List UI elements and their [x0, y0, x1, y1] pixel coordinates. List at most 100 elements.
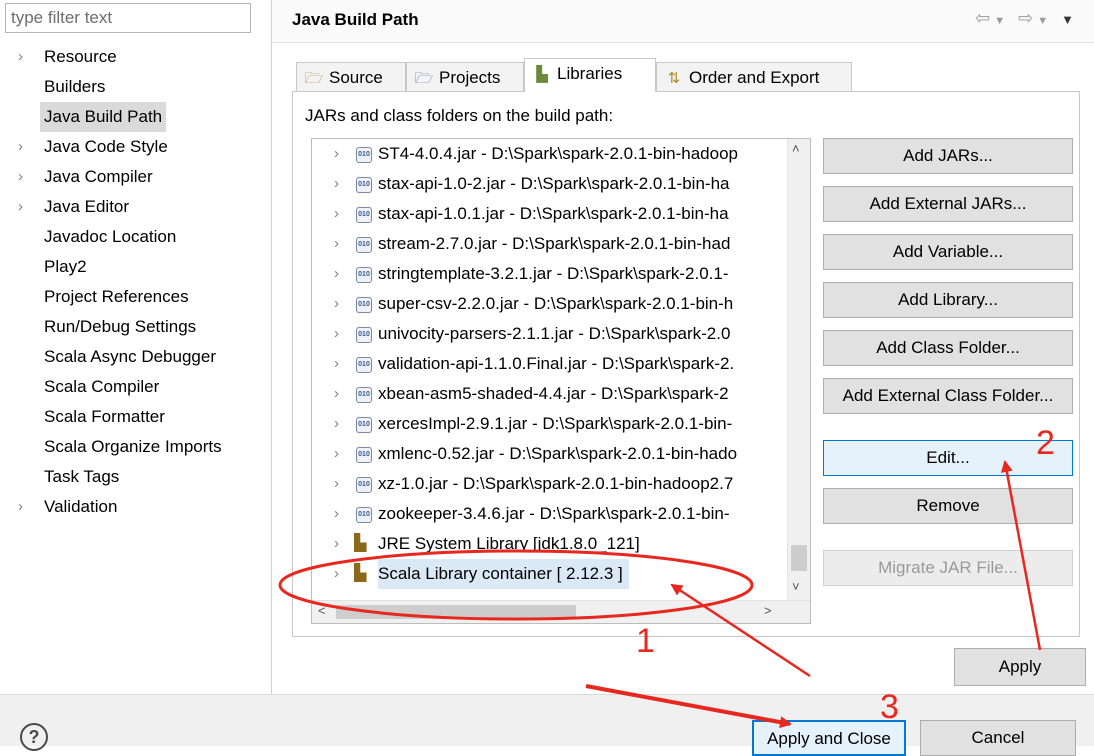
sidebar-item-label: Java Editor — [44, 197, 130, 216]
chevron-right-icon[interactable]: › — [334, 169, 339, 199]
chevron-right-icon[interactable]: › — [334, 289, 339, 319]
sidebar-item-play2[interactable]: Play2 — [0, 252, 271, 282]
entry-label: stringtemplate-3.2.1.jar - D:\Spark\spar… — [378, 264, 729, 283]
chevron-right-icon[interactable]: › — [18, 162, 32, 192]
view-menu-icon[interactable]: ▼ — [1061, 12, 1078, 27]
chevron-right-icon[interactable]: › — [334, 559, 339, 589]
chevron-right-icon[interactable]: › — [334, 379, 339, 409]
chevron-right-icon[interactable]: › — [334, 409, 339, 439]
vertical-scrollbar[interactable]: ˄ ˅ — [787, 139, 810, 603]
remove-button[interactable]: Remove — [823, 488, 1073, 524]
jar-entry-row[interactable]: › 010 super-csv-2.2.0.jar - D:\Spark\spark… — [312, 289, 787, 319]
tab-source[interactable]: 🗁 Source — [296, 62, 406, 91]
chevron-right-icon[interactable]: › — [18, 42, 32, 72]
chevron-right-icon[interactable]: › — [334, 469, 339, 499]
add-library-button[interactable]: Add Library... — [823, 282, 1073, 318]
entry-label: ST4-4.0.4.jar - D:\Spark\spark-2.0.1-bin… — [378, 144, 739, 163]
scroll-up-icon[interactable]: ˄ — [792, 141, 800, 156]
jar-file-icon: 010 — [356, 207, 372, 223]
migrate-jar-file-button[interactable]: Migrate JAR File... — [823, 550, 1073, 586]
property-page: Java Build Path ⇦▼ ⇨▼ ▼ 🗁 Source 🗁 Project… — [272, 0, 1094, 694]
scroll-right-icon[interactable]: > — [764, 603, 772, 618]
preferences-tree-pane: › Resource Builders Java Build Path › Java Co… — [0, 0, 272, 694]
tab-label: Source — [329, 68, 383, 87]
sidebar-item-scala-formatter[interactable]: Scala Formatter — [0, 402, 271, 432]
filter-input[interactable] — [5, 3, 251, 33]
preferences-tree: › Resource Builders Java Build Path › Java Co… — [0, 42, 271, 522]
chevron-right-icon[interactable]: › — [18, 192, 32, 222]
add-variable-button[interactable]: Add Variable... — [823, 234, 1073, 270]
jar-entry-row[interactable]: › 010 stax-api-1.0.1.jar - D:\Spark\spark-… — [312, 199, 787, 229]
scroll-thumb[interactable] — [791, 545, 807, 571]
library-entry-row[interactable]: › ▙ Scala Library container [ 2.12.3 ] — [312, 559, 787, 589]
build-path-entries-list[interactable]: › 010 ST4-4.0.4.jar - D:\Spark\spark-2.0.1… — [311, 138, 811, 624]
jar-entry-row[interactable]: › 010 xmlenc-0.52.jar - D:\Spark\spark-2.0… — [312, 439, 787, 469]
library-entry-row[interactable]: › ▙ JRE System Library [jdk1.8.0_121] — [312, 529, 787, 559]
forward-arrow-icon[interactable]: ⇨ — [1018, 8, 1037, 29]
apply-button[interactable]: Apply — [954, 648, 1086, 686]
jar-entry-row[interactable]: › 010 validation-api-1.1.0.Final.jar - D:\… — [312, 349, 787, 379]
entry-label: xz-1.0.jar - D:\Spark\spark-2.0.1-bin-ha… — [378, 474, 734, 493]
chevron-right-icon[interactable]: › — [334, 199, 339, 229]
chevron-right-icon[interactable]: › — [334, 499, 339, 529]
entry-label: xmlenc-0.52.jar - D:\Spark\spark-2.0.1-b… — [378, 444, 738, 463]
jar-file-icon: 010 — [356, 357, 372, 373]
sidebar-item-task-tags[interactable]: Task Tags — [0, 462, 271, 492]
page-header: Java Build Path ⇦▼ ⇨▼ ▼ — [272, 0, 1094, 43]
sidebar-item-run-debug-settings[interactable]: Run/Debug Settings — [0, 312, 271, 342]
add-external-jars-button[interactable]: Add External JARs... — [823, 186, 1073, 222]
horizontal-scrollbar[interactable]: < > — [312, 600, 810, 623]
sidebar-item-label: Scala Formatter — [44, 407, 165, 426]
chevron-right-icon[interactable]: › — [334, 229, 339, 259]
jar-entry-row[interactable]: › 010 stax-api-1.0-2.jar - D:\Spark\spark-… — [312, 169, 787, 199]
jar-entry-row[interactable]: › 010 univocity-parsers-2.1.1.jar - D:\Spa… — [312, 319, 787, 349]
jar-entry-row[interactable]: › 010 xz-1.0.jar - D:\Spark\spark-2.0.1-bi… — [312, 469, 787, 499]
sidebar-item-label: Resource — [44, 47, 117, 66]
tab-libraries[interactable]: ▙ Libraries — [524, 58, 656, 92]
dialog-button-bar: ? Apply and Close Cancel — [0, 694, 1094, 756]
scroll-left-icon[interactable]: < — [318, 603, 326, 618]
sidebar-item-scala-organize-imports[interactable]: Scala Organize Imports — [0, 432, 271, 462]
sidebar-item-scala-compiler[interactable]: Scala Compiler — [0, 372, 271, 402]
tab-projects[interactable]: 🗁 Projects — [406, 62, 524, 91]
sidebar-item-java-editor[interactable]: › Java Editor — [0, 192, 271, 222]
sidebar-item-validation[interactable]: › Validation — [0, 492, 271, 522]
tab-order-and-export[interactable]: ⇅ Order and Export — [656, 62, 852, 91]
sidebar-item-resource[interactable]: › Resource — [0, 42, 271, 72]
entry-label: xbean-asm5-shaded-4.4.jar - D:\Spark\spa… — [378, 384, 729, 403]
back-dropdown-icon[interactable]: ▼ — [994, 15, 1009, 27]
jar-entry-row[interactable]: › 010 xercesImpl-2.9.1.jar - D:\Spark\spar… — [312, 409, 787, 439]
add-external-class-folder-button[interactable]: Add External Class Folder... — [823, 378, 1073, 414]
chevron-right-icon[interactable]: › — [334, 529, 339, 559]
forward-dropdown-icon[interactable]: ▼ — [1037, 15, 1052, 27]
sidebar-item-project-references[interactable]: Project References — [0, 282, 271, 312]
jar-entry-row[interactable]: › 010 zookeeper-3.4.6.jar - D:\Spark\spark… — [312, 499, 787, 529]
jar-entry-row[interactable]: › 010 xbean-asm5-shaded-4.4.jar - D:\Spark… — [312, 379, 787, 409]
sidebar-item-java-code-style[interactable]: › Java Code Style — [0, 132, 271, 162]
chevron-right-icon[interactable]: › — [334, 319, 339, 349]
add-class-folder-button[interactable]: Add Class Folder... — [823, 330, 1073, 366]
sidebar-item-java-compiler[interactable]: › Java Compiler — [0, 162, 271, 192]
cancel-button[interactable]: Cancel — [920, 720, 1076, 756]
sidebar-item-builders[interactable]: Builders — [0, 72, 271, 102]
jar-entry-row[interactable]: › 010 ST4-4.0.4.jar - D:\Spark\spark-2.0.1… — [312, 139, 787, 169]
help-icon[interactable]: ? — [20, 723, 48, 751]
tab-label: Projects — [439, 68, 501, 87]
chevron-right-icon[interactable]: › — [334, 139, 339, 169]
scroll-thumb[interactable] — [336, 605, 576, 619]
add-jars-button[interactable]: Add JARs... — [823, 138, 1073, 174]
chevron-right-icon[interactable]: › — [334, 349, 339, 379]
sidebar-item-scala-async-debugger[interactable]: Scala Async Debugger — [0, 342, 271, 372]
back-arrow-icon[interactable]: ⇦ — [975, 8, 994, 29]
scroll-down-icon[interactable]: ˅ — [792, 579, 800, 594]
sidebar-item-label: Project References — [44, 287, 189, 306]
entry-label: Scala Library container [ 2.12.3 ] — [378, 559, 629, 589]
chevron-right-icon[interactable]: › — [334, 439, 339, 469]
sidebar-item-java-build-path[interactable]: Java Build Path — [0, 102, 271, 132]
jar-entry-row[interactable]: › 010 stream-2.7.0.jar - D:\Spark\spark-2.… — [312, 229, 787, 259]
sidebar-item-javadoc-location[interactable]: Javadoc Location — [0, 222, 271, 252]
chevron-right-icon[interactable]: › — [18, 492, 32, 522]
jar-entry-row[interactable]: › 010 stringtemplate-3.2.1.jar - D:\Spark\… — [312, 259, 787, 289]
chevron-right-icon[interactable]: › — [18, 132, 32, 162]
chevron-right-icon[interactable]: › — [334, 259, 339, 289]
